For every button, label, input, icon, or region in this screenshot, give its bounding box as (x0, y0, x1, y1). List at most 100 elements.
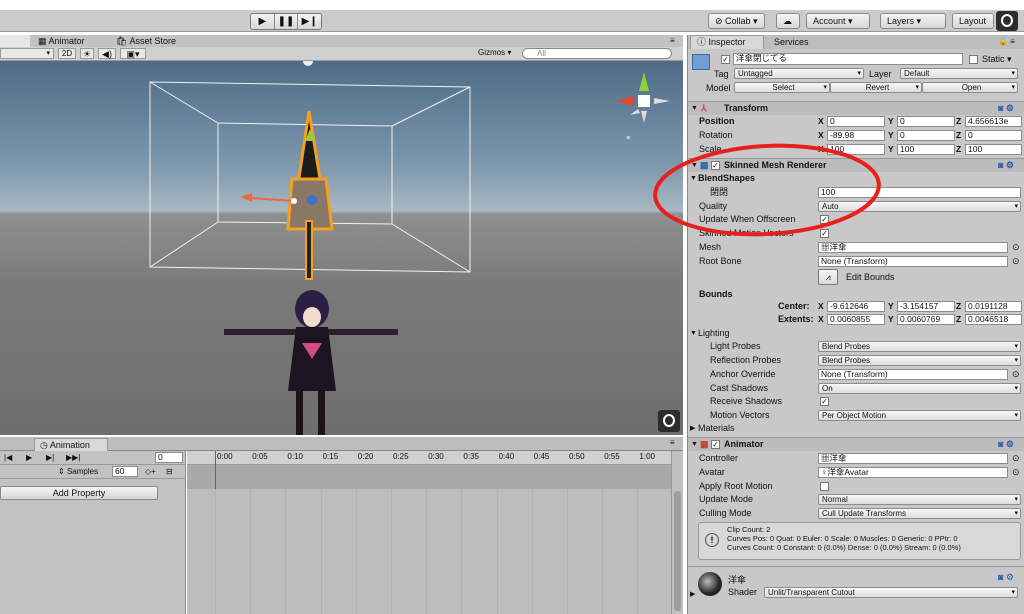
materials-foldout[interactable]: ▶ Materials (688, 422, 1024, 435)
lighting-toggle[interactable]: ☀ (80, 48, 94, 59)
timeline-ruler[interactable]: 0:00 0:05 0:10 0:15 0:20 0:25 0:30 0:35 0:40 0:45… (187, 451, 671, 465)
next-key-button[interactable]: ▶| (46, 453, 54, 462)
extents-z-field[interactable]: 0.0046518 (965, 314, 1022, 325)
frame-field[interactable]: 0 (155, 452, 183, 463)
scene-search-input[interactable]: All (522, 48, 672, 59)
add-event-button[interactable]: ⊟ (166, 467, 173, 476)
collab-button[interactable]: ⊘ Collab ▾ (708, 13, 765, 29)
model-open-button[interactable]: Open (922, 82, 1018, 93)
motion-vectors-dropdown[interactable]: Per Object Motion (818, 410, 1021, 421)
anchor-override-field[interactable]: None (Transform) (818, 369, 1008, 380)
sun-icon: ☀ (82, 49, 92, 59)
scale-y-field[interactable]: 100 (897, 144, 955, 155)
edit-bounds-button[interactable]: ⩘ (818, 269, 838, 285)
speaker-icon: ◀) (102, 49, 112, 59)
culling-mode-dropdown[interactable]: Cull Update Transforms (818, 508, 1021, 519)
controller-field[interactable]: ▦洋傘 (818, 453, 1008, 464)
object-picker-icon[interactable]: ⊙ (1012, 241, 1020, 254)
object-name-field[interactable]: 洋傘閉じてる (733, 53, 963, 65)
last-key-button[interactable]: ▶▶| (66, 453, 80, 462)
layers-dropdown[interactable]: Layers ▾ (880, 13, 946, 29)
axis-gizmo[interactable] (616, 72, 670, 123)
scale-z-field[interactable]: 100 (965, 144, 1022, 155)
model-revert-button[interactable]: Revert (830, 82, 922, 93)
audio-toggle[interactable]: ◀) (98, 48, 116, 59)
tag-dropdown[interactable]: Untagged (734, 68, 864, 79)
samples-field[interactable]: 60 (112, 466, 138, 477)
scene-sync-button[interactable] (658, 410, 680, 432)
root-bone-field[interactable]: None (Transform) (818, 256, 1008, 267)
cast-shadows-dropdown[interactable]: On (818, 383, 1021, 394)
tab-animation[interactable]: ◷ Animation (34, 438, 108, 451)
position-x-field[interactable]: 0 (827, 116, 885, 127)
mesh-field[interactable]: ▦洋傘 (818, 242, 1008, 253)
prev-key-button[interactable]: ▶ (26, 453, 32, 462)
menu-icon[interactable]: ≡ (670, 438, 675, 447)
step-button[interactable]: ▶❙ (298, 14, 321, 29)
layout-dropdown[interactable]: Layout (952, 13, 994, 29)
reflection-probes-dropdown[interactable]: Blend Probes (818, 355, 1021, 366)
object-picker-icon[interactable]: ⊙ (1012, 466, 1020, 479)
shader-dropdown[interactable]: Unlit/Transparent Cutout (764, 587, 1018, 598)
dopesheet[interactable]: 0:00 0:05 0:10 0:15 0:20 0:25 0:30 0:35 0:40 0:45… (187, 451, 683, 614)
tab-animator[interactable]: ▦ Animator (38, 36, 85, 47)
foldout-closed-icon[interactable]: ▶ (690, 590, 695, 598)
pause-button[interactable]: ❚❚ (274, 14, 299, 29)
scene-tab[interactable] (0, 35, 30, 47)
dopesheet-scrollbar[interactable] (671, 451, 683, 614)
mesh-icon: ▦ (821, 242, 830, 252)
help-icon[interactable]: ◙ ⚙ (998, 159, 1014, 172)
help-icon[interactable]: ◙ ⚙ (998, 438, 1014, 451)
first-key-button[interactable]: |◀ (4, 453, 12, 462)
model-select-button[interactable]: Select (734, 82, 830, 93)
help-icon[interactable]: ◙ ⚙ (998, 572, 1014, 583)
tab-inspector[interactable]: ⓘ Inspector (690, 35, 764, 49)
tab-asset-store[interactable]: 🛍 Asset Store (116, 36, 176, 47)
add-keyframe-button[interactable]: ◇+ (145, 467, 156, 476)
active-checkbox[interactable]: ✓ (721, 55, 730, 64)
lock-icon[interactable]: 🔒 ≡ (998, 37, 1015, 46)
scene-canvas: ≡ (149, 61, 670, 435)
update-mode-dropdown[interactable]: Normal (818, 494, 1021, 505)
account-dropdown[interactable]: Account ▾ (806, 13, 870, 29)
add-property-button[interactable]: Add Property (0, 486, 158, 500)
tab-services[interactable]: Services (768, 36, 809, 48)
scene-view[interactable]: ≡ (0, 61, 683, 435)
center-y-field[interactable]: -3.154157 (897, 301, 955, 312)
extents-y-field[interactable]: 0.0060769 (897, 314, 955, 325)
gizmos-dropdown[interactable]: Gizmos ▾ (478, 48, 511, 57)
help-icon[interactable]: ◙ ⚙ (998, 102, 1014, 115)
refresh-icon (663, 414, 675, 427)
apply-root-motion-checkbox[interactable] (820, 482, 829, 491)
rotation-y-field[interactable]: 0 (897, 130, 955, 141)
center-x-field[interactable]: -9.612646 (827, 301, 885, 312)
animation-properties-panel: |◀ ▶ ▶| ▶▶| 0 ⇕ Samples 60 ◇+ ⊟ Add Prop… (0, 451, 186, 614)
play-button[interactable]: ▶ (251, 14, 275, 29)
rotation-z-field[interactable]: 0 (965, 130, 1022, 141)
motion-vectors-row: Motion Vectors Per Object Motion (688, 409, 1024, 422)
object-picker-icon[interactable]: ⊙ (1012, 255, 1020, 268)
light-probes-dropdown[interactable]: Blend Probes (818, 341, 1021, 352)
layer-dropdown[interactable]: Default (900, 68, 1018, 79)
object-picker-icon[interactable]: ⊙ (1012, 368, 1020, 381)
menu-icon[interactable]: ≡ (670, 36, 675, 45)
transform-header[interactable]: ▼ ⅄ Transform ◙ ⚙ (688, 101, 1024, 115)
animator-enabled-checkbox[interactable]: ✓ (711, 440, 720, 449)
mode-2d-toggle[interactable]: 2D (58, 48, 76, 59)
sync-button[interactable] (996, 11, 1018, 31)
lighting-foldout[interactable]: ▼ Lighting (688, 327, 1024, 340)
object-picker-icon[interactable]: ⊙ (1012, 452, 1020, 465)
shading-mode-dropdown[interactable]: ▾ (0, 48, 54, 59)
effects-dropdown[interactable]: ▣▾ (120, 48, 146, 59)
position-z-field[interactable]: 4.656613e (965, 116, 1022, 127)
position-y-field[interactable]: 0 (897, 116, 955, 127)
animator-header[interactable]: ▼ ▦ ✓ Animator ◙ ⚙ (688, 437, 1024, 451)
static-checkbox[interactable] (969, 55, 978, 64)
character-model[interactable] (224, 290, 398, 435)
extents-x-field[interactable]: 0.0060855 (827, 314, 885, 325)
center-z-field[interactable]: 0.0191128 (965, 301, 1022, 312)
cloud-button[interactable]: ☁ (776, 13, 800, 29)
avatar-field[interactable]: ♀洋傘Avatar (818, 467, 1008, 478)
receive-shadows-checkbox[interactable]: ✓ (820, 397, 829, 406)
timeline-tick-label: 0:45 (533, 452, 550, 461)
